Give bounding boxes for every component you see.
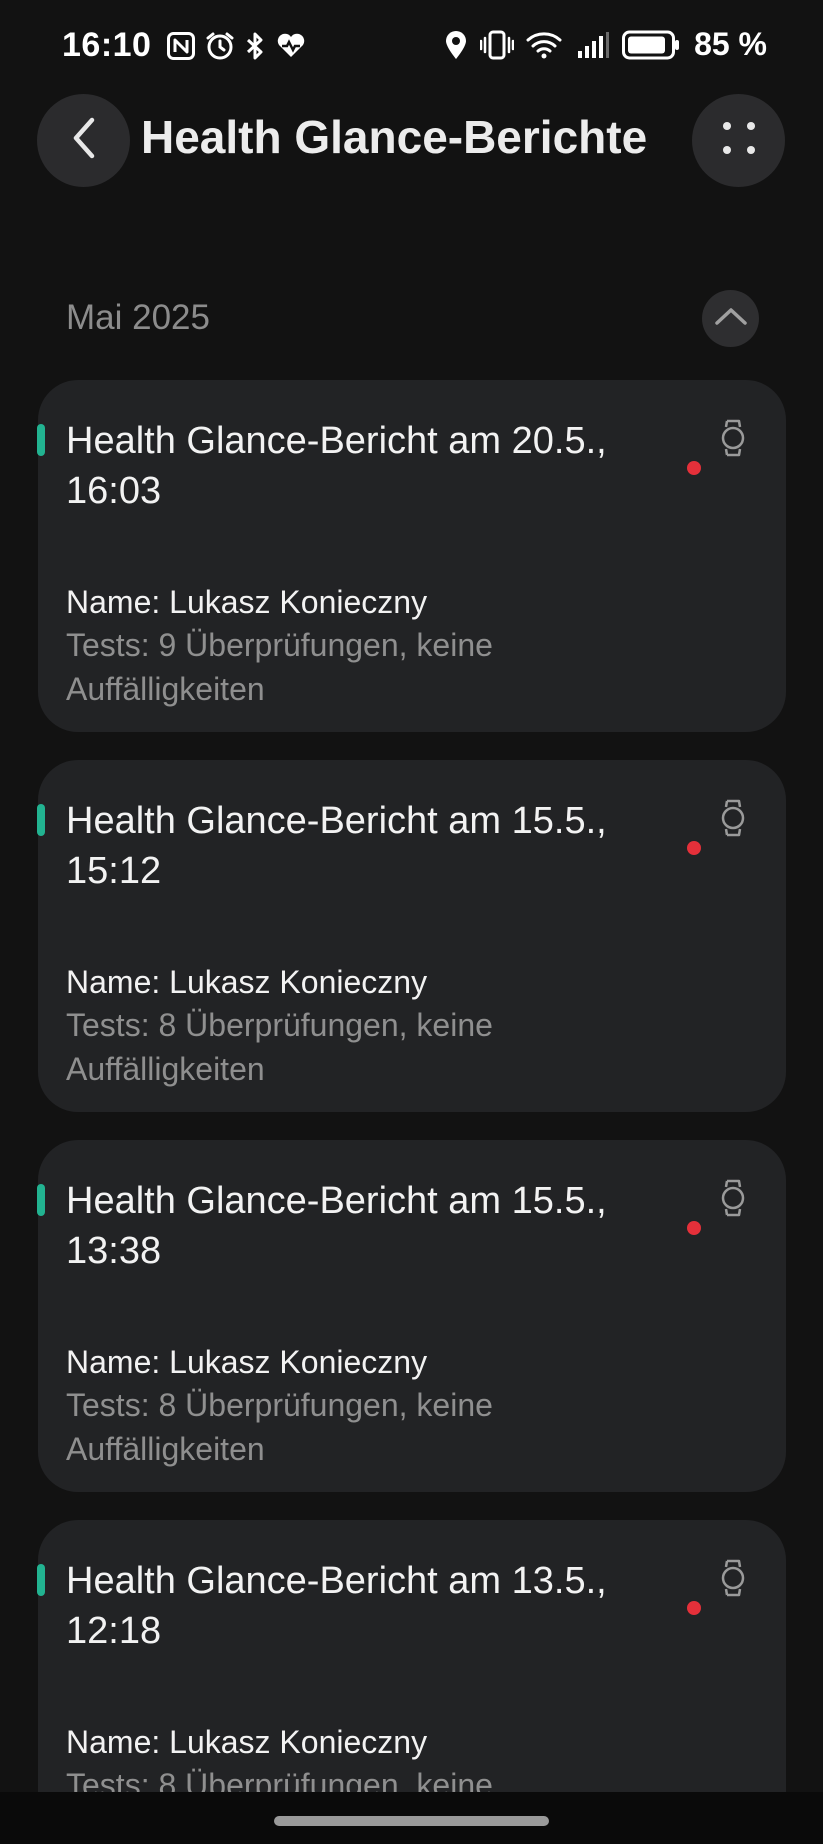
collapse-section-button[interactable] bbox=[702, 290, 759, 347]
report-title: Health Glance-Bericht am 15.5., 13:38 bbox=[66, 1180, 607, 1272]
section-title: Mai 2025 bbox=[66, 298, 210, 337]
report-name: Name: Lukasz Konieczny bbox=[66, 1344, 428, 1380]
status-right: 85 % bbox=[444, 26, 767, 63]
report-list: Health Glance-Bericht am 20.5., 16:03 Na… bbox=[0, 0, 823, 1844]
report-tests: Tests: 8 Überprüfungen, keine Auffälligk… bbox=[66, 1387, 493, 1467]
report-card[interactable]: Health Glance-Bericht am 15.5., 15:12 Na… bbox=[37, 760, 786, 1112]
watch-icon bbox=[721, 799, 745, 837]
chevron-left-icon bbox=[68, 116, 100, 165]
status-left: 16:10 bbox=[62, 26, 307, 65]
battery-percentage: 85 % bbox=[694, 26, 767, 62]
report-card[interactable]: Health Glance-Bericht am 15.5., 13:38 Na… bbox=[37, 1140, 786, 1492]
health-icon bbox=[275, 32, 307, 60]
watch-icon bbox=[721, 419, 745, 457]
month-section-header: Mai 2025 bbox=[0, 290, 823, 350]
screen: 16:10 85 % Health Glance-Berichte Mai 20… bbox=[0, 0, 823, 1844]
report-title: Health Glance-Bericht am 13.5., 12:18 bbox=[66, 1560, 607, 1652]
wifi-icon bbox=[526, 30, 564, 60]
app-header: Health Glance-Berichte bbox=[0, 94, 823, 190]
card-accent-bar bbox=[37, 424, 45, 456]
back-button[interactable] bbox=[37, 94, 130, 187]
four-dots-icon bbox=[719, 118, 759, 163]
status-bar: 16:10 85 % bbox=[0, 0, 823, 92]
location-icon bbox=[444, 30, 468, 60]
report-name: Name: Lukasz Konieczny bbox=[66, 964, 428, 1000]
alarm-icon bbox=[205, 31, 235, 61]
card-accent-bar bbox=[37, 1184, 45, 1216]
more-options-button[interactable] bbox=[692, 94, 785, 187]
report-name: Name: Lukasz Konieczny bbox=[66, 1724, 428, 1760]
unread-indicator bbox=[687, 461, 701, 475]
report-tests: Tests: 9 Überprüfungen, keine Auffälligk… bbox=[66, 627, 493, 707]
report-tests: Tests: 8 Überprüfungen, keine Auffälligk… bbox=[66, 1007, 493, 1087]
signal-icon bbox=[576, 31, 610, 59]
navigation-bar bbox=[0, 1792, 823, 1844]
watch-icon bbox=[721, 1179, 745, 1217]
unread-indicator bbox=[687, 1221, 701, 1235]
report-title: Health Glance-Bericht am 15.5., 15:12 bbox=[66, 800, 607, 892]
battery-icon bbox=[622, 30, 680, 60]
unread-indicator bbox=[687, 841, 701, 855]
chevron-up-icon bbox=[714, 306, 748, 331]
unread-indicator bbox=[687, 1601, 701, 1615]
card-accent-bar bbox=[37, 1564, 45, 1596]
nfc-icon bbox=[167, 31, 196, 60]
report-title: Health Glance-Bericht am 20.5., 16:03 bbox=[66, 420, 607, 512]
bluetooth-icon bbox=[245, 31, 265, 61]
page-title: Health Glance-Berichte bbox=[141, 111, 648, 163]
home-indicator[interactable] bbox=[274, 1816, 549, 1826]
watch-icon bbox=[721, 1559, 745, 1597]
report-card[interactable]: Health Glance-Bericht am 20.5., 16:03 Na… bbox=[37, 380, 786, 732]
status-time: 16:10 bbox=[62, 26, 152, 64]
report-name: Name: Lukasz Konieczny bbox=[66, 584, 428, 620]
card-accent-bar bbox=[37, 804, 45, 836]
vibrate-icon bbox=[480, 30, 515, 60]
